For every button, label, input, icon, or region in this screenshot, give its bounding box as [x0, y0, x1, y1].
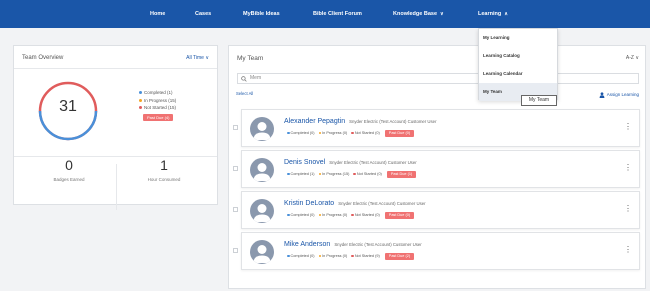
- member-name-link[interactable]: Kristin DeLorato: [284, 200, 334, 207]
- user-icon: [599, 92, 605, 98]
- nav-learning-label: Learning: [478, 11, 502, 17]
- more-options-icon[interactable]: ⋮: [624, 164, 632, 172]
- member-checkbox[interactable]: [233, 166, 238, 171]
- member-name-row: Denis Snovel Snyder Electric (Test Accoun…: [284, 159, 417, 166]
- search-icon: [241, 76, 247, 82]
- more-options-icon[interactable]: ⋮: [624, 123, 632, 131]
- team-member-card[interactable]: Mike Anderson Snyder Electric (Test Accou…: [233, 232, 640, 270]
- nav-knowledge-base-label: Knowledge Base: [393, 11, 438, 17]
- past-due-badge: Past Due (1): [386, 171, 417, 178]
- member-org: Snyder Electric (Test Account) Customer …: [334, 242, 422, 247]
- nav-cases[interactable]: Cases: [195, 0, 211, 28]
- nav-ideas[interactable]: MyBible Ideas: [243, 0, 280, 28]
- menu-item-learning-calendar[interactable]: Learning Calendar: [479, 65, 557, 83]
- menu-item-my-learning[interactable]: My Learning: [479, 29, 557, 47]
- team-member-card[interactable]: Denis Snovel Snyder Electric (Test Accoun…: [233, 150, 640, 188]
- member-org: Snyder Electric (Test Account) Customer …: [329, 160, 417, 165]
- my-team-tooltip: My Team: [521, 95, 557, 106]
- search-box: [237, 73, 639, 84]
- avatar: [250, 117, 274, 141]
- legend-in-progress: In Progress (15): [139, 97, 176, 105]
- member-name-row: Alexander Pepagtin Snyder Electric (Test …: [284, 118, 437, 125]
- member-checkbox[interactable]: [233, 125, 238, 130]
- hours-consumed-label: Hour Consumed: [147, 177, 181, 182]
- member-stats: Completed (0) In Progress (0) Not Starte…: [284, 212, 415, 219]
- team-total-count: 31: [59, 98, 77, 115]
- hours-consumed-count: 1: [160, 157, 168, 173]
- member-name-row: Kristin DeLorato Snyder Electric (Test Ac…: [284, 200, 426, 207]
- past-due-badge: Past Due (0): [384, 130, 415, 137]
- divider: [116, 164, 117, 210]
- more-options-icon[interactable]: ⋮: [624, 246, 632, 254]
- legend-completed: Completed (1): [139, 89, 176, 97]
- assign-learning-label: Assign Learning: [606, 92, 639, 98]
- member-stats: Completed (0) In Progress (0) Not Starte…: [284, 130, 415, 137]
- chevron-up-icon: ∧: [504, 11, 508, 17]
- member-checkbox[interactable]: [233, 248, 238, 253]
- member-name-link[interactable]: Mike Anderson: [284, 241, 330, 248]
- completed-dot-icon: [139, 91, 142, 95]
- time-filter-dropdown[interactable]: All Time ∨: [186, 55, 209, 61]
- nav-home[interactable]: Home: [150, 0, 165, 28]
- member-name-row: Mike Anderson Snyder Electric (Test Accou…: [284, 241, 422, 248]
- member-name-link[interactable]: Denis Snovel: [284, 159, 325, 166]
- learning-dropdown-menu: My Learning Learning Catalog Learning Ca…: [478, 28, 558, 101]
- member-org: Snyder Electric (Test Account) Customer …: [349, 119, 437, 124]
- nav-knowledge-base[interactable]: Knowledge Base ∨: [393, 0, 444, 28]
- assign-learning-button[interactable]: Assign Learning: [599, 92, 639, 98]
- team-member-card[interactable]: Alexander Pepagtin Snyder Electric (Test …: [233, 109, 640, 147]
- avatar: [250, 158, 274, 182]
- more-options-icon[interactable]: ⋮: [624, 205, 632, 213]
- legend-not-started: Not Started (15): [139, 104, 176, 112]
- status-legend: Completed (1) In Progress (15) Not Start…: [139, 89, 176, 121]
- team-member-card[interactable]: Kristin DeLorato Snyder Electric (Test Ac…: [233, 191, 640, 229]
- select-all-link[interactable]: Select All: [236, 91, 253, 96]
- past-due-badge: Past Due (4): [143, 113, 174, 121]
- member-checkbox[interactable]: [233, 207, 238, 212]
- chevron-down-icon: ∨: [440, 11, 444, 17]
- avatar: [250, 240, 274, 264]
- nav-learning[interactable]: Learning ∧: [478, 0, 508, 28]
- menu-item-learning-catalog[interactable]: Learning Catalog: [479, 47, 557, 65]
- member-org: Snyder Electric (Test Account) Customer …: [338, 201, 426, 206]
- badges-earned-label: Badges Earned: [53, 177, 85, 182]
- divider: [14, 68, 217, 69]
- member-name-link[interactable]: Alexander Pepagtin: [284, 118, 345, 125]
- team-overview-title: Team Overview: [22, 55, 64, 61]
- badges-earned-count: 0: [65, 157, 73, 173]
- past-due-badge: Past Due (2): [384, 253, 415, 260]
- search-input[interactable]: [250, 74, 630, 83]
- sort-dropdown[interactable]: A-Z ∨: [626, 55, 639, 61]
- member-stats: Completed (1) In Progress (15) Not Start…: [284, 171, 417, 178]
- team-overview-card: Team Overview All Time ∨ 31 Completed (1…: [13, 45, 218, 210]
- my-team-card: My Team A-Z ∨ Select All Assign Learning…: [228, 45, 646, 289]
- not-started-dot-icon: [139, 106, 142, 110]
- nav-forum[interactable]: Bible Client Forum: [313, 0, 362, 28]
- in-progress-dot-icon: [139, 98, 142, 102]
- top-nav: Home Cases MyBible Ideas Bible Client Fo…: [0, 0, 650, 28]
- member-stats: Completed (0) In Progress (0) Not Starte…: [284, 253, 415, 260]
- past-due-badge: Past Due (0): [384, 212, 415, 219]
- my-team-title: My Team: [237, 55, 264, 62]
- avatar: [250, 199, 274, 223]
